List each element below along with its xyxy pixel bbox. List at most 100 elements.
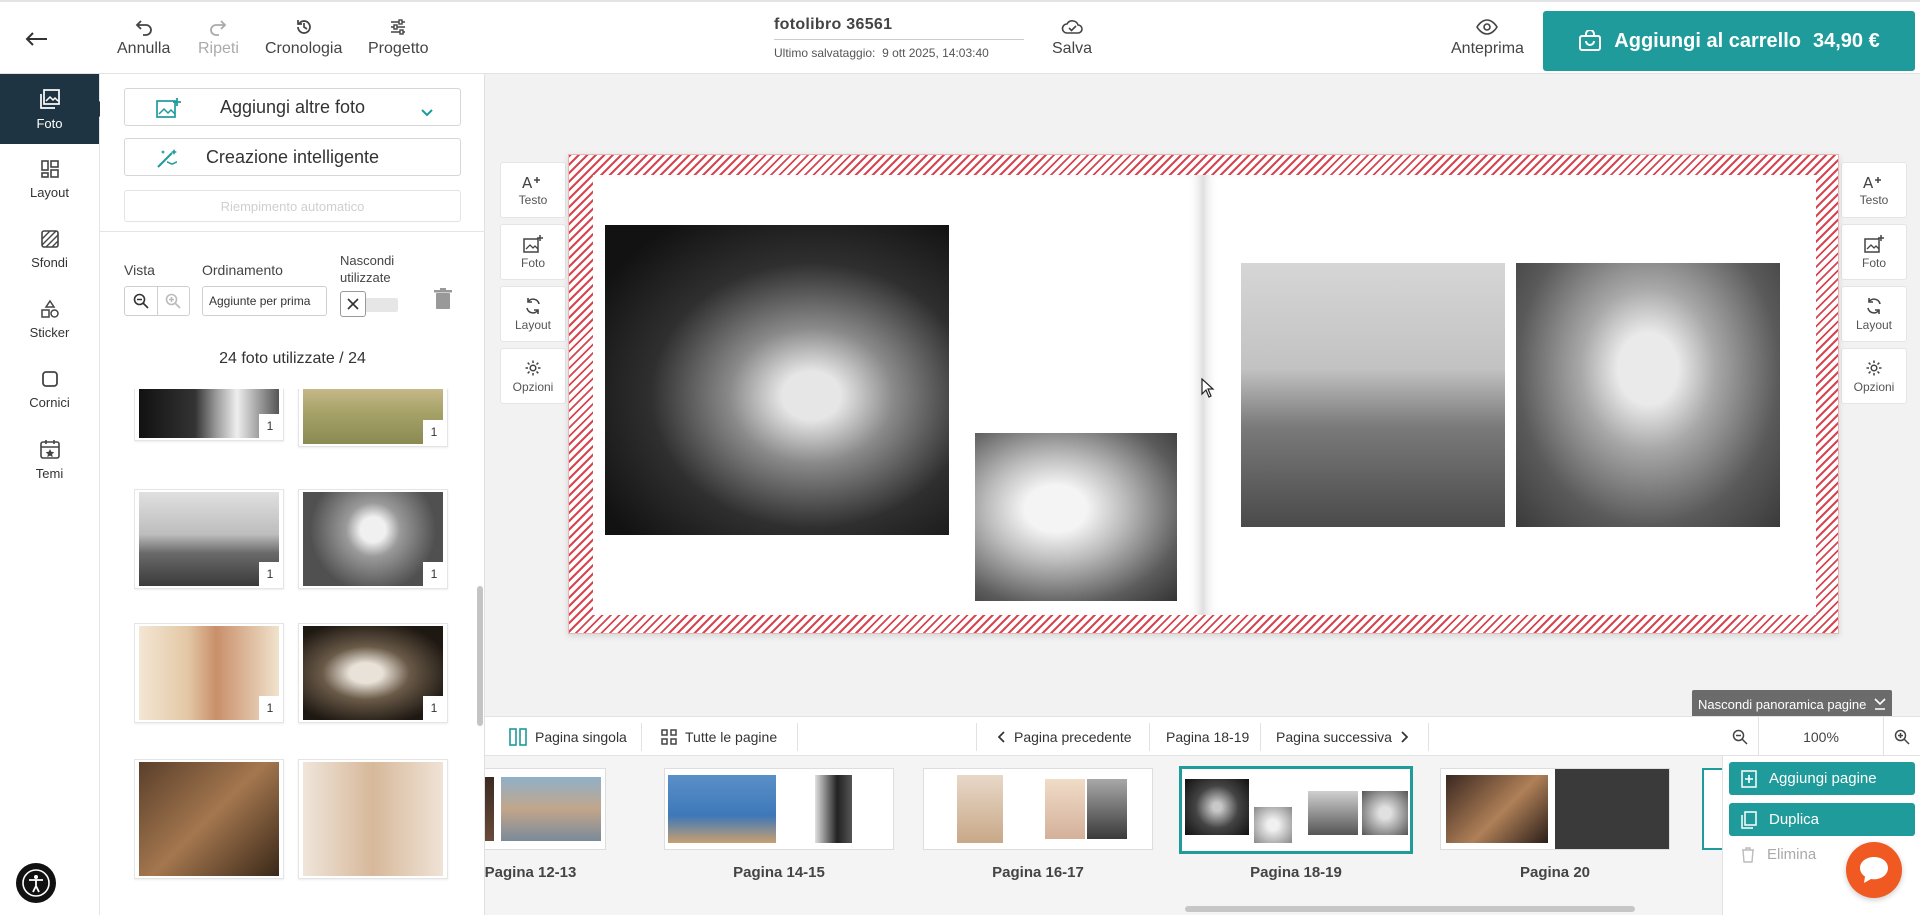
accessibility-button[interactable]: [16, 863, 56, 903]
arrow-left-icon: [25, 32, 47, 46]
svg-text:A: A: [522, 174, 533, 190]
view-label: Vista: [124, 262, 155, 278]
auto-fill-button[interactable]: Riempimento automatico: [124, 190, 461, 222]
wedding-couple-photo[interactable]: [605, 225, 949, 535]
back-button[interactable]: [18, 24, 54, 54]
side-tool-label: Opzioni: [1853, 379, 1895, 394]
delete-photos-button[interactable]: [434, 288, 452, 315]
panel-scrollbar[interactable]: [477, 586, 483, 726]
rail-item-sfondi[interactable]: Sfondi: [0, 214, 99, 284]
sort-select[interactable]: Aggiunte per prima: [202, 286, 327, 316]
preview-button[interactable]: Anteprima: [1451, 18, 1524, 58]
zoom-in-button[interactable]: [1884, 717, 1920, 757]
previous-page-label: Pagina precedente: [1014, 729, 1132, 745]
grid-icon: [661, 729, 677, 745]
photo-thumbnail[interactable]: 1: [298, 389, 448, 447]
hide-used-toggle[interactable]: [340, 291, 398, 317]
add-image-icon: [523, 234, 543, 253]
child-raincoat-photo[interactable]: [1516, 263, 1780, 527]
redo-label: Ripeti: [198, 40, 239, 57]
delete-page-label: Elimina: [1767, 846, 1817, 863]
page-thumbnail[interactable]: [1440, 768, 1670, 850]
single-page-view-button[interactable]: Pagina singola: [509, 717, 627, 757]
add-to-cart-button[interactable]: Aggiungi al carrello 34,90 €: [1543, 11, 1915, 71]
photo-thumbnail[interactable]: [134, 759, 284, 879]
theme-icon: [39, 439, 60, 459]
rail-item-cornici[interactable]: Cornici: [0, 354, 99, 424]
next-page-button[interactable]: Pagina successiva: [1276, 717, 1408, 757]
previous-page-button[interactable]: Pagina precedente: [998, 717, 1132, 757]
page-photo: [1045, 779, 1085, 839]
save-button[interactable]: Salva: [1052, 18, 1092, 58]
add-photos-button[interactable]: Aggiungi altre foto: [124, 88, 461, 126]
history-button[interactable]: Cronologia: [265, 18, 342, 58]
photo-thumbnail[interactable]: 1: [298, 623, 448, 723]
zoom-in-icon: [1894, 729, 1910, 745]
rail-item-sticker[interactable]: Sticker: [0, 284, 99, 354]
add-photo-button[interactable]: Foto: [500, 224, 566, 280]
side-tool-label: Testo: [518, 192, 548, 207]
side-tool-label: Layout: [514, 317, 552, 332]
hide-overview-button[interactable]: Nascondi panoramica pagine: [1692, 690, 1892, 718]
cart-label: Aggiungi al carrello: [1614, 29, 1801, 52]
add-text-button[interactable]: A Testo: [1841, 162, 1907, 218]
save-label: Salva: [1052, 40, 1093, 57]
page-photo: [1362, 791, 1408, 835]
divider: [976, 723, 977, 751]
all-pages-view-button[interactable]: Tutte le pagine: [661, 717, 777, 757]
project-label: Progetto: [368, 40, 429, 57]
hide-used-label: Nascondi utilizzate: [340, 252, 394, 286]
zoom-out-thumbs-button[interactable]: [125, 287, 157, 315]
add-pages-button[interactable]: Aggiungi pagine: [1729, 762, 1915, 795]
last-saved-time: 9 ott 2025, 14:03:40: [882, 46, 989, 60]
trash-icon: [1742, 846, 1754, 863]
chat-button[interactable]: [1846, 842, 1902, 898]
baby-photo[interactable]: [975, 433, 1177, 601]
photo-thumbnail[interactable]: 1: [298, 489, 448, 589]
photo-thumbnail[interactable]: [298, 759, 448, 879]
rail-item-layout[interactable]: Layout: [0, 144, 99, 214]
document-title[interactable]: fotolibro 36561: [774, 16, 1024, 40]
photo-thumbnail[interactable]: 1: [134, 623, 284, 723]
zoom-in-thumbs-button[interactable]: [156, 287, 190, 315]
page-thumbnail-label: Pagina 14-15: [733, 864, 825, 881]
divider: [641, 723, 642, 751]
undo-button[interactable]: Annulla: [117, 18, 170, 58]
duplicate-button[interactable]: Duplica: [1729, 803, 1915, 836]
photo-thumbnail[interactable]: 1: [134, 489, 284, 589]
page-thumbnail-label: Pagina 16-17: [992, 864, 1084, 881]
smart-create-button[interactable]: Creazione intelligente: [124, 138, 461, 176]
change-layout-button[interactable]: Layout: [500, 286, 566, 342]
duplicate-label: Duplica: [1769, 811, 1820, 828]
page-thumbnail[interactable]: [1702, 768, 1722, 850]
divider: [1428, 723, 1429, 751]
left-page[interactable]: [593, 175, 1203, 615]
undo-icon: [135, 20, 152, 36]
page-thumbnail[interactable]: [664, 768, 894, 850]
photo-thumbnail[interactable]: 1: [134, 389, 284, 441]
add-photo-button[interactable]: Foto: [1841, 224, 1907, 280]
rail-item-temi[interactable]: Temi: [0, 424, 99, 494]
chat-bubble-icon: [1860, 857, 1888, 883]
add-text-button[interactable]: A Testo: [500, 162, 566, 218]
add-image-icon: [1864, 234, 1884, 253]
chevron-left-icon: [998, 731, 1005, 743]
beach-mother-child-photo[interactable]: [1241, 263, 1505, 527]
page-thumbnail[interactable]: [485, 768, 606, 850]
single-page-icon: [509, 728, 527, 746]
strip-scrollbar[interactable]: [1185, 906, 1635, 912]
options-button[interactable]: Opzioni: [1841, 348, 1907, 404]
project-button[interactable]: Progetto: [368, 18, 428, 58]
collapse-down-icon: [1874, 698, 1886, 710]
options-button[interactable]: Opzioni: [500, 348, 566, 404]
redo-button[interactable]: Ripeti: [198, 18, 239, 58]
page-thumbnail-active[interactable]: [1179, 766, 1413, 854]
page-thumbnail[interactable]: [923, 768, 1153, 850]
zoom-out-button[interactable]: [1722, 717, 1758, 757]
zoom-control: 100%: [1722, 716, 1920, 757]
rail-label: Sticker: [29, 324, 70, 340]
right-page[interactable]: [1203, 175, 1816, 615]
change-layout-button[interactable]: Layout: [1841, 286, 1907, 342]
zoom-in-icon: [165, 293, 181, 309]
rail-item-foto[interactable]: Foto: [0, 74, 108, 144]
